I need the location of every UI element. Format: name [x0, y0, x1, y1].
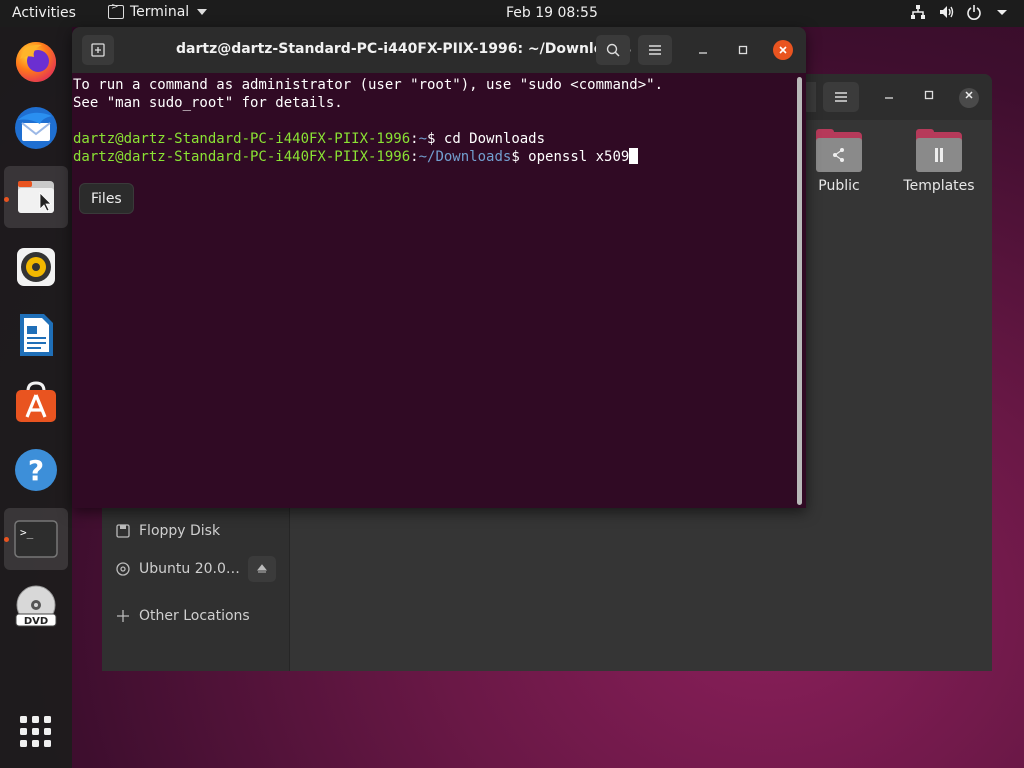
- files-close-button[interactable]: [959, 88, 979, 108]
- app-menu[interactable]: Terminal: [108, 2, 208, 20]
- new-tab-icon: [91, 43, 105, 57]
- files-menu-button[interactable]: [823, 82, 859, 112]
- share-icon: [833, 148, 844, 162]
- terminal-header-bar: dartz@dartz-Standard-PC-i440FX-PIIX-1996…: [72, 27, 806, 73]
- search-button[interactable]: [596, 35, 630, 65]
- dock-item-thunderbird[interactable]: [4, 97, 68, 159]
- svg-text:?: ?: [28, 454, 44, 487]
- folder-icon: [916, 129, 962, 172]
- files-minimize-button[interactable]: [879, 88, 899, 108]
- terminal-line: To run a command as administrator (user …: [73, 77, 664, 93]
- eject-button[interactable]: [248, 556, 276, 582]
- scrollbar[interactable]: [797, 77, 802, 505]
- dock-item-dvd[interactable]: DVD: [4, 576, 68, 638]
- dock: ? >_ DVD: [0, 27, 72, 768]
- sidebar-item-other-locations[interactable]: Other Locations: [116, 608, 250, 624]
- show-apps-icon: [20, 716, 51, 747]
- system-tray[interactable]: [910, 4, 1010, 20]
- folder-label: Templates: [903, 178, 975, 194]
- sidebar-item-label: Ubuntu 20.0…: [139, 561, 240, 577]
- new-tab-button[interactable]: [82, 35, 114, 65]
- svg-text:DVD: DVD: [24, 616, 48, 627]
- dvd-icon: DVD: [15, 585, 57, 627]
- minimize-button[interactable]: [694, 41, 712, 59]
- files-maximize-button[interactable]: [919, 88, 939, 108]
- terminal-window[interactable]: dartz@dartz-Standard-PC-i440FX-PIIX-1996…: [72, 27, 806, 508]
- close-button[interactable]: [773, 40, 793, 60]
- dock-tooltip: Files: [79, 183, 134, 214]
- dock-item-software[interactable]: [4, 371, 68, 433]
- power-icon[interactable]: [966, 4, 982, 20]
- software-center-icon: [16, 381, 56, 422]
- terminal-line: dartz@dartz-Standard-PC-i440FX-PIIX-1996…: [73, 148, 806, 166]
- hamburger-icon: [649, 45, 661, 55]
- dock-item-writer[interactable]: [4, 304, 68, 366]
- maximize-button[interactable]: [734, 41, 752, 59]
- terminal-line: dartz@dartz-Standard-PC-i440FX-PIIX-1996…: [73, 131, 546, 147]
- close-icon: [779, 46, 787, 54]
- command-text: openssl x509: [528, 149, 630, 165]
- disc-icon: [116, 562, 130, 576]
- terminal-line: See "man sudo_root" for details.: [73, 95, 343, 111]
- caret-down-icon: [197, 9, 208, 15]
- text-cursor: [629, 148, 639, 164]
- minimize-icon: [699, 52, 707, 54]
- running-indicator: [4, 197, 9, 202]
- dock-item-rhythmbox[interactable]: [4, 236, 68, 298]
- help-icon: ?: [15, 449, 57, 491]
- volume-icon[interactable]: [938, 4, 954, 20]
- network-icon[interactable]: [910, 4, 926, 20]
- close-icon: [965, 91, 973, 99]
- folder-icon: [816, 129, 862, 172]
- window-title: dartz@dartz-Standard-PC-i440FX-PIIX-1996…: [176, 41, 632, 57]
- dock-item-terminal[interactable]: >_: [4, 508, 68, 570]
- sidebar-item-label: Floppy Disk: [139, 523, 221, 539]
- template-icon: [935, 148, 943, 162]
- activities-button[interactable]: Activities: [12, 5, 76, 21]
- maximize-icon: [738, 45, 748, 55]
- dock-item-files[interactable]: [4, 166, 68, 228]
- files-icon: [18, 181, 54, 213]
- show-applications-button[interactable]: [4, 701, 68, 763]
- minimize-icon: [885, 97, 893, 99]
- prompt-path: ~: [418, 131, 428, 147]
- firefox-icon: [16, 42, 56, 82]
- plus-icon: [117, 610, 129, 622]
- floppy-icon: [116, 524, 130, 538]
- menu-button[interactable]: [638, 35, 672, 65]
- dock-item-help[interactable]: ?: [4, 439, 68, 501]
- sidebar-item-label: Other Locations: [139, 608, 250, 624]
- prompt-path: ~/Downloads: [418, 149, 512, 165]
- maximize-icon: [924, 90, 934, 100]
- eject-icon: [257, 564, 267, 573]
- prompt-user: dartz@dartz-Standard-PC-i440FX-PIIX-1996: [73, 131, 411, 147]
- terminal-output[interactable]: To run a command as administrator (user …: [72, 73, 806, 508]
- thunderbird-icon: [15, 107, 57, 149]
- app-menu-label: Terminal: [130, 4, 190, 20]
- folder-label: Public: [818, 178, 860, 194]
- command-text: cd Downloads: [443, 131, 546, 147]
- running-indicator: [4, 537, 9, 542]
- rhythmbox-icon: [17, 248, 55, 286]
- clock[interactable]: Feb 19 08:55: [506, 5, 598, 21]
- sidebar-item-ubuntu-disk[interactable]: Ubuntu 20.0…: [116, 561, 240, 577]
- sidebar-item-floppy[interactable]: Floppy Disk: [116, 523, 220, 539]
- top-bar: Activities Terminal Feb 19 08:55: [0, 0, 1024, 27]
- terminal-icon: >_: [14, 520, 58, 558]
- svg-text:>_: >_: [20, 526, 34, 539]
- search-icon: [606, 43, 620, 57]
- caret-down-icon[interactable]: [994, 4, 1010, 20]
- terminal-app-icon: [108, 2, 124, 19]
- libreoffice-writer-icon: [20, 314, 53, 356]
- folder-templates[interactable]: Templates: [889, 129, 989, 194]
- prompt-user: dartz@dartz-Standard-PC-i440FX-PIIX-1996: [73, 149, 411, 165]
- hamburger-icon: [835, 92, 847, 102]
- dock-item-firefox[interactable]: [4, 30, 68, 92]
